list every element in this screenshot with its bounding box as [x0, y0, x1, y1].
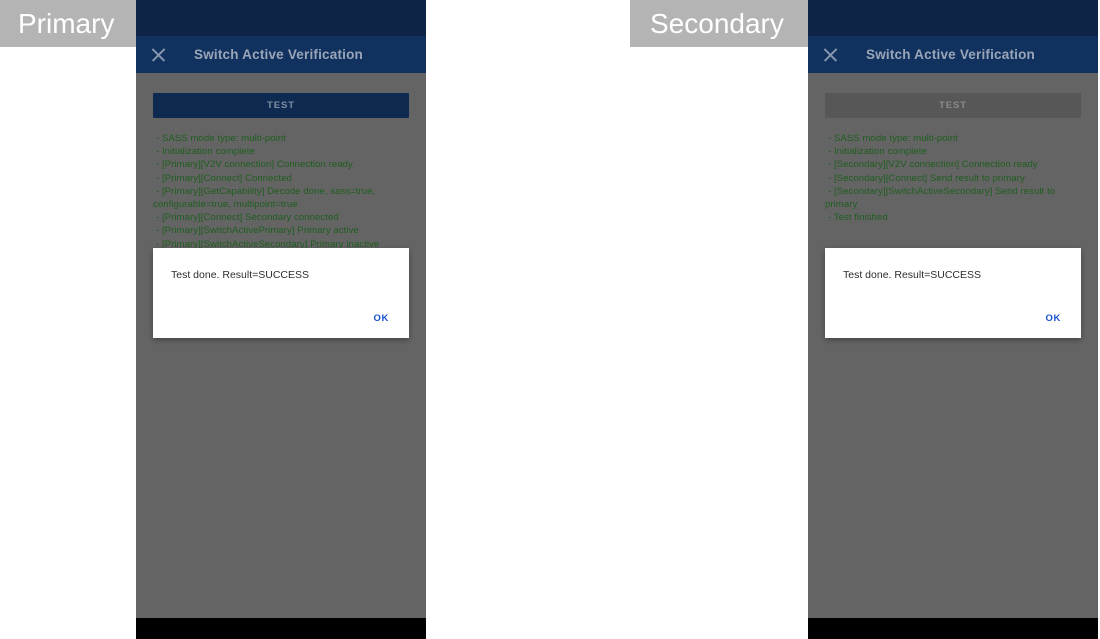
- dialog-ok-button[interactable]: OK: [1040, 309, 1067, 328]
- primary-dialog-wrapper: Test done. Result=SUCCESS OK: [153, 248, 409, 338]
- log-line: - [Primary][Connect] Secondary connected: [156, 212, 339, 224]
- primary-navigation-bar: [136, 618, 426, 639]
- dialog-actions: OK: [1040, 308, 1067, 328]
- secondary-status-bar: [808, 0, 1098, 36]
- secondary-result-dialog: Test done. Result=SUCCESS OK: [825, 248, 1081, 338]
- secondary-app-bar: Switch Active Verification: [808, 36, 1098, 73]
- log-line: - Initialization complete: [828, 146, 927, 158]
- secondary-dialog-wrapper: Test done. Result=SUCCESS OK: [825, 248, 1081, 338]
- log-line: - [Primary][GetCapability] Decode done, …: [153, 185, 376, 211]
- dialog-message: Test done. Result=SUCCESS: [171, 269, 310, 281]
- log-line: - Initialization complete: [156, 146, 255, 158]
- secondary-app-bar-title: Switch Active Verification: [866, 47, 1035, 62]
- caption-secondary-label: Secondary: [650, 7, 784, 39]
- log-line: - [Primary][Connect] Connected: [156, 172, 292, 184]
- primary-test-button[interactable]: TEST: [153, 93, 409, 118]
- log-line: - [Primary][SwitchActivePrimary] Primary…: [156, 225, 359, 237]
- caption-primary-label: Primary: [18, 7, 115, 39]
- log-line: - Test finished: [828, 212, 888, 224]
- log-line: - [Secondary][SwitchActiveSecondary] Sen…: [825, 185, 1056, 211]
- caption-primary: Primary: [0, 0, 136, 47]
- primary-device-screenshot: Switch Active Verification TEST - SASS m…: [136, 0, 426, 639]
- secondary-navigation-bar: [808, 618, 1098, 639]
- caption-secondary: Secondary: [630, 0, 808, 47]
- log-line: - [Primary][V2V connection] Connection r…: [156, 159, 353, 171]
- log-line: - SASS mode type: multi-point: [828, 133, 958, 144]
- dialog-actions: OK: [368, 308, 395, 328]
- log-line: - [Secondary][Connect] Send result to pr…: [828, 172, 1025, 184]
- log-line: - [Secondary][V2V connection] Connection…: [828, 159, 1038, 171]
- dialog-message: Test done. Result=SUCCESS: [843, 269, 982, 281]
- log-line: - SASS mode type: multi-point: [156, 133, 286, 144]
- secondary-log-output: - SASS mode type: multi-point - Initiali…: [825, 132, 1081, 224]
- secondary-test-button: TEST: [825, 93, 1081, 118]
- primary-status-bar: [136, 0, 426, 36]
- primary-result-dialog: Test done. Result=SUCCESS OK: [153, 248, 409, 338]
- primary-app-bar: Switch Active Verification: [136, 36, 426, 73]
- close-icon[interactable]: [150, 46, 167, 63]
- primary-app-bar-title: Switch Active Verification: [194, 47, 363, 62]
- secondary-screen-body: TEST - SASS mode type: multi-point - Ini…: [808, 93, 1098, 638]
- primary-screen-body: TEST - SASS mode type: multi-point - Ini…: [136, 93, 426, 638]
- secondary-device-screenshot: Switch Active Verification TEST - SASS m…: [808, 0, 1098, 639]
- dialog-ok-button[interactable]: OK: [368, 309, 395, 328]
- close-icon[interactable]: [822, 46, 839, 63]
